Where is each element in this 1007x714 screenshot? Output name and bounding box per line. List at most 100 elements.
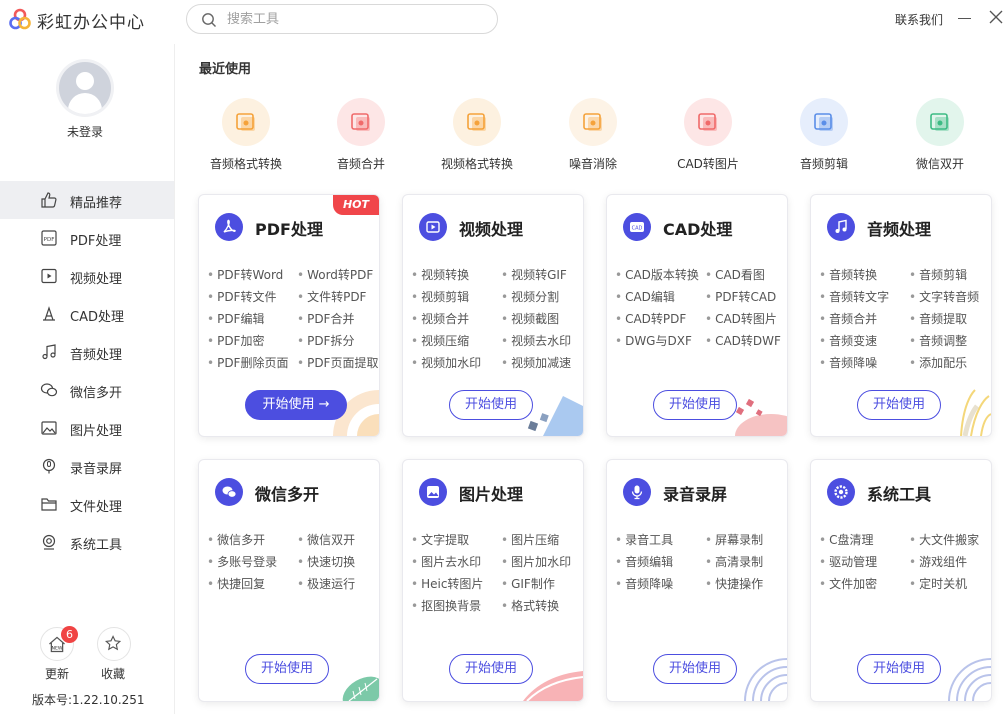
- feature-link[interactable]: 快速切换: [297, 553, 355, 570]
- recent-tool-item[interactable]: 音频剪辑: [769, 96, 879, 176]
- tool-card[interactable]: 视频处理视频转换 视频转GIF 视频剪辑 视频分割视频合并 视频截图视频压缩 视频去水印视…: [402, 194, 584, 437]
- sidebar-item-video[interactable]: 视频处理: [0, 257, 174, 295]
- feature-link[interactable]: 音频变速: [819, 332, 877, 349]
- feature-link[interactable]: 微信双开: [297, 531, 355, 548]
- sidebar-item-system[interactable]: 系统工具: [0, 523, 174, 561]
- feature-link[interactable]: 视频合并: [411, 310, 469, 327]
- feature-link[interactable]: 视频转GIF: [501, 266, 567, 283]
- feature-link[interactable]: PDF编辑: [207, 310, 264, 327]
- feature-link[interactable]: 游戏组件: [909, 553, 967, 570]
- search-input[interactable]: [227, 9, 477, 29]
- feature-link[interactable]: PDF页面提取: [297, 354, 378, 371]
- sidebar-item-pdf[interactable]: PDF PDF处理: [0, 219, 174, 257]
- feature-link[interactable]: Heic转图片: [411, 575, 483, 592]
- feature-link[interactable]: 视频加减速: [501, 354, 571, 371]
- sidebar-item-image[interactable]: 图片处理: [0, 409, 174, 447]
- feature-link[interactable]: 文件转PDF: [297, 288, 366, 305]
- feature-link[interactable]: 屏幕录制: [705, 531, 763, 548]
- recent-tool-item[interactable]: 视频格式转换: [422, 96, 532, 176]
- tool-card[interactable]: 微信多开微信多开微信双开多账号登录快速切换快捷回复极速运行开始使用: [198, 459, 380, 702]
- start-button[interactable]: 开始使用: [449, 390, 533, 420]
- feature-link[interactable]: 快捷回复: [207, 575, 265, 592]
- feature-link[interactable]: 文字转音频: [909, 288, 979, 305]
- feature-link[interactable]: C盘清理: [819, 531, 873, 548]
- recent-tool-item[interactable]: CAD转图片: [653, 96, 763, 176]
- feature-link[interactable]: 文字提取: [411, 531, 469, 548]
- avatar[interactable]: [59, 62, 111, 114]
- feature-link[interactable]: 驱动管理: [819, 553, 877, 570]
- feature-link[interactable]: 微信多开: [207, 531, 265, 548]
- feature-link[interactable]: 音频调整: [909, 332, 967, 349]
- feature-link[interactable]: 视频去水印: [501, 332, 571, 349]
- close-icon[interactable]: [988, 9, 1004, 25]
- minimize-button[interactable]: [958, 8, 972, 28]
- feature-link[interactable]: 极速运行: [297, 575, 355, 592]
- start-button[interactable]: 开始使用: [653, 390, 737, 420]
- feature-link[interactable]: 录音工具: [615, 531, 673, 548]
- sidebar-item-recommended[interactable]: 精品推荐: [0, 181, 174, 219]
- feature-link[interactable]: 定时关机: [909, 575, 967, 592]
- feature-link[interactable]: CAD转图片: [705, 310, 777, 327]
- feature-link[interactable]: GIF制作: [501, 575, 555, 592]
- feature-link[interactable]: 音频转文字: [819, 288, 889, 305]
- feature-link[interactable]: 添加配乐: [909, 354, 967, 371]
- feature-link[interactable]: 格式转换: [501, 597, 559, 614]
- feature-link[interactable]: 视频压缩: [411, 332, 469, 349]
- feature-link[interactable]: 抠图换背景: [411, 597, 481, 614]
- start-button[interactable]: 开始使用: [857, 390, 941, 420]
- feature-link[interactable]: 音频降噪: [819, 354, 877, 371]
- sidebar-item-cad[interactable]: CAD处理: [0, 295, 174, 333]
- tool-card[interactable]: CAD CAD处理 CAD版本转换 CAD看图 CAD编辑 PDF转CAD CAD转PDF C…: [606, 194, 788, 437]
- start-button[interactable]: 开始使用 →: [245, 390, 347, 420]
- favorites-button[interactable]: [97, 627, 131, 661]
- feature-link[interactable]: 大文件搬家: [909, 531, 979, 548]
- feature-link[interactable]: PDF转Word: [207, 266, 283, 283]
- start-button[interactable]: 开始使用: [449, 654, 533, 684]
- feature-link[interactable]: 视频剪辑: [411, 288, 469, 305]
- feature-link[interactable]: 音频合并: [819, 310, 877, 327]
- recent-tool-item[interactable]: 音频合并: [306, 96, 416, 176]
- tool-card[interactable]: PDF处理 HOT PDF转Word Word转PDF PDF转文件 文件转PDF PDF编…: [198, 194, 380, 437]
- feature-link[interactable]: CAD编辑: [615, 288, 675, 305]
- feature-link[interactable]: PDF转文件: [207, 288, 276, 305]
- feature-link[interactable]: 图片压缩: [501, 531, 559, 548]
- sidebar-item-files[interactable]: 文件处理: [0, 485, 174, 523]
- sidebar-item-recorder[interactable]: 录音录屏: [0, 447, 174, 485]
- feature-link[interactable]: 音频编辑: [615, 553, 673, 570]
- feature-link[interactable]: PDF合并: [297, 310, 354, 327]
- login-status[interactable]: 未登录: [0, 123, 170, 140]
- feature-link[interactable]: PDF加密: [207, 332, 264, 349]
- feature-link[interactable]: 音频转换: [819, 266, 877, 283]
- feature-link[interactable]: 视频转换: [411, 266, 469, 283]
- recent-tool-item[interactable]: 噪音消除: [538, 96, 648, 176]
- feature-link[interactable]: DWG与DXF: [615, 332, 692, 349]
- sidebar-item-audio[interactable]: 音频处理: [0, 333, 174, 371]
- feature-link[interactable]: 音频提取: [909, 310, 967, 327]
- feature-link[interactable]: 多账号登录: [207, 553, 277, 570]
- feature-link[interactable]: CAD转PDF: [615, 310, 686, 327]
- feature-link[interactable]: CAD版本转换: [615, 266, 699, 283]
- start-button[interactable]: 开始使用: [245, 654, 329, 684]
- feature-link[interactable]: 高清录制: [705, 553, 763, 570]
- feature-link[interactable]: PDF转CAD: [705, 288, 776, 305]
- feature-link[interactable]: 文件加密: [819, 575, 877, 592]
- sidebar-item-wechat[interactable]: 微信多开: [0, 371, 174, 409]
- recent-tool-item[interactable]: 微信双开: [885, 96, 995, 176]
- feature-link[interactable]: 视频分割: [501, 288, 559, 305]
- feature-link[interactable]: 图片去水印: [411, 553, 481, 570]
- feature-link[interactable]: CAD转DWF: [705, 332, 781, 349]
- start-button[interactable]: 开始使用: [857, 654, 941, 684]
- start-button[interactable]: 开始使用: [653, 654, 737, 684]
- feature-link[interactable]: CAD看图: [705, 266, 765, 283]
- feature-link[interactable]: 音频降噪: [615, 575, 673, 592]
- feature-link[interactable]: 快捷操作: [705, 575, 763, 592]
- feature-link[interactable]: 音频剪辑: [909, 266, 967, 283]
- tool-card[interactable]: 音频处理音频转换 音频剪辑音频转文字 文字转音频音频合并 音频提取音频变速 音频调整音频…: [810, 194, 992, 437]
- tool-card[interactable]: 图片处理文字提取 图片压缩图片去水印 图片加水印 Heic转图片 GIF制作抠图换背景 格…: [402, 459, 584, 702]
- contact-us-link[interactable]: 联系我们: [895, 11, 943, 28]
- tool-card[interactable]: 录音录屏录音工具 屏幕录制音频编辑 高清录制音频降噪 快捷操作开始使用: [606, 459, 788, 702]
- feature-link[interactable]: Word转PDF: [297, 266, 373, 283]
- feature-link[interactable]: PDF删除页面: [207, 354, 288, 371]
- feature-link[interactable]: 视频加水印: [411, 354, 481, 371]
- recent-tool-item[interactable]: 音频格式转换: [191, 96, 301, 176]
